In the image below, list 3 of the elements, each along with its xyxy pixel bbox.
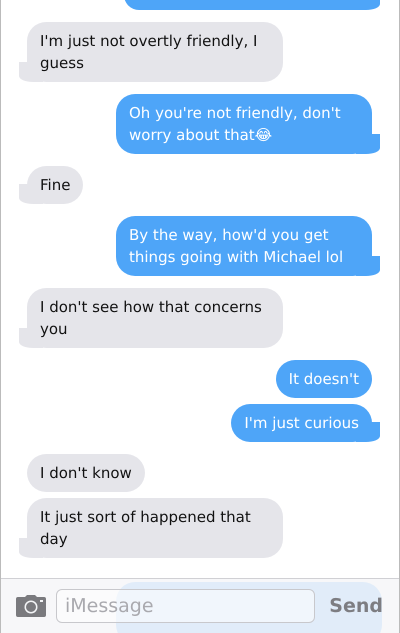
- send-button[interactable]: Send: [325, 595, 387, 617]
- message-field[interactable]: iMessage: [56, 589, 316, 623]
- camera-icon[interactable]: [16, 595, 46, 617]
